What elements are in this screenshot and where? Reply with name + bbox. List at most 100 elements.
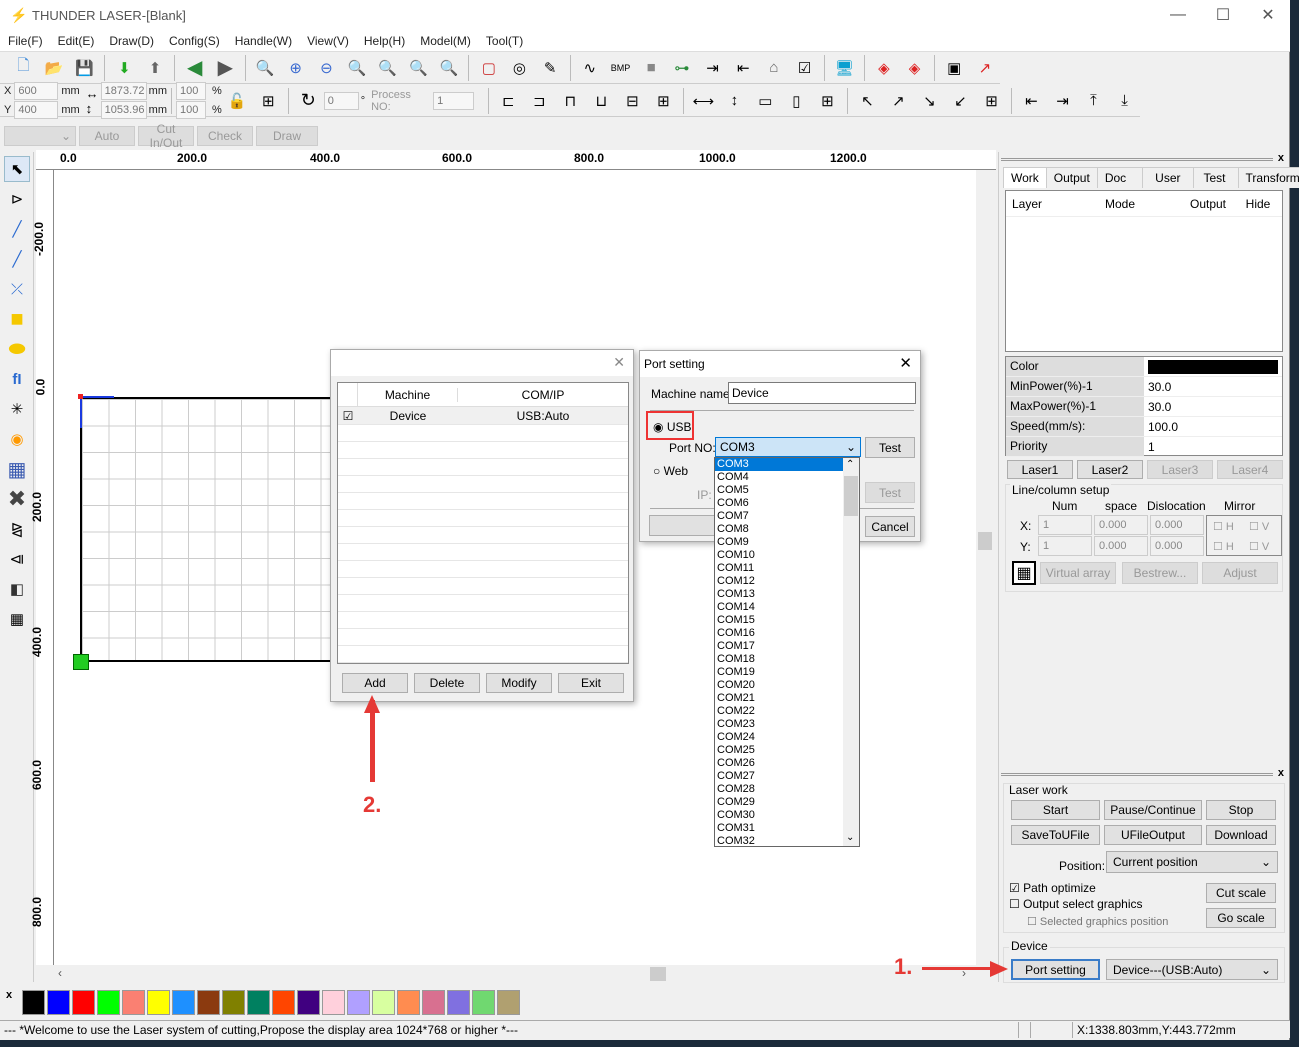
add-button[interactable]: Add	[342, 673, 408, 693]
rotate-icon[interactable]: ↻	[296, 88, 321, 114]
horizontal-scrollbar[interactable]: ‹ ›	[54, 965, 976, 983]
port-option[interactable]: COM12	[715, 575, 859, 588]
mirror-xv-checkbox[interactable]: ☐ V	[1249, 520, 1269, 533]
port-option[interactable]: COM17	[715, 640, 859, 653]
virtual-array-button[interactable]: Virtual array	[1040, 562, 1116, 584]
color-swatch[interactable]	[72, 989, 95, 1015]
dropdown-scrollbar[interactable]: ⌃ ⌄	[843, 458, 859, 846]
select-red2-icon[interactable]: ◈	[902, 55, 927, 81]
redo-icon[interactable]: ▶	[213, 55, 238, 81]
move-left-icon[interactable]: ⇤	[1019, 88, 1044, 114]
save-icon[interactable]: 💾	[72, 55, 97, 81]
zoom-pan-icon[interactable]: 🔍	[253, 55, 278, 81]
port-option[interactable]: COM19	[715, 666, 859, 679]
stop-button[interactable]: Stop	[1206, 800, 1276, 820]
align-center-h-icon[interactable]: ⊟	[620, 88, 645, 114]
bmp-icon[interactable]: BMP	[608, 55, 633, 81]
tab-transform[interactable]: Transform	[1237, 167, 1299, 188]
position-grid-icon[interactable]: ⊞	[256, 88, 281, 114]
polyline-icon[interactable]: ╱	[4, 246, 30, 272]
equal-size-icon[interactable]: ⊞	[815, 88, 840, 114]
mirror-v-icon[interactable]: ⧏	[4, 546, 30, 572]
move-right-icon[interactable]: ⇥	[1050, 88, 1075, 114]
y-position-input[interactable]: 400	[14, 101, 59, 119]
maximize-button[interactable]: ☐	[1200, 0, 1246, 30]
port-option[interactable]: COM10	[715, 549, 859, 562]
bestrew-button[interactable]: Bestrew...	[1122, 562, 1198, 584]
cut-in-out-button[interactable]: Cut In/Out	[138, 122, 194, 150]
port-option[interactable]: COM11	[715, 562, 859, 575]
tab-doc[interactable]: Doc	[1096, 167, 1144, 188]
palette-close-icon[interactable]: x	[6, 989, 12, 1001]
scale-x-input[interactable]: 100	[175, 82, 206, 100]
port-option[interactable]: COM26	[715, 757, 859, 770]
same-width-icon[interactable]: ⟷	[691, 88, 716, 114]
fill-icon[interactable]: ■	[639, 55, 664, 81]
port-no-select[interactable]: COM3 ⌄	[715, 437, 861, 457]
port-option[interactable]: COM4	[715, 471, 859, 484]
panel-close-icon[interactable]: x	[1278, 152, 1284, 164]
port-option[interactable]: COM16	[715, 627, 859, 640]
color-swatch[interactable]	[122, 989, 145, 1015]
tree-icon[interactable]: ⊶	[670, 55, 695, 81]
download-button[interactable]: Download	[1206, 825, 1276, 845]
color-swatch[interactable]	[147, 989, 170, 1015]
checklist-icon[interactable]: ☑	[792, 55, 817, 81]
port-option[interactable]: COM25	[715, 744, 859, 757]
color-swatch[interactable]	[97, 989, 120, 1015]
port-option[interactable]: COM24	[715, 731, 859, 744]
width-input[interactable]: 1873.72	[100, 82, 147, 100]
machine-row-checkbox[interactable]: ☑	[338, 409, 358, 423]
menu-file[interactable]: File(F)	[0, 34, 50, 48]
usb-test-button[interactable]: Test	[865, 437, 915, 458]
bezier-icon[interactable]: ⤫	[4, 276, 30, 302]
menu-handle[interactable]: Handle(W)	[227, 34, 299, 48]
tab-output[interactable]: Output	[1045, 167, 1098, 188]
zoom-in-icon[interactable]: ⊕	[283, 55, 308, 81]
modify-button[interactable]: Modify	[486, 673, 552, 693]
tab-test[interactable]: Test	[1192, 167, 1239, 188]
web-radio[interactable]: ○ Web	[653, 464, 688, 478]
port-option[interactable]: COM7	[715, 510, 859, 523]
cancel-button[interactable]: Cancel	[865, 516, 915, 537]
port-dropdown-list[interactable]: COM3 COM4 COM5 COM6 COM7 COM8 COM9 COM10 COM11 CO…	[714, 457, 860, 847]
align-right-icon[interactable]: ⊐	[527, 88, 552, 114]
open-folder-icon[interactable]: 📂	[42, 55, 67, 81]
equal-height-icon[interactable]: ▯	[784, 88, 809, 114]
menu-model[interactable]: Model(M)	[412, 34, 478, 48]
max-power-value[interactable]: 30.0	[1144, 397, 1282, 416]
priority-value[interactable]: 1	[1144, 437, 1282, 456]
color-swatch[interactable]	[497, 989, 520, 1015]
cut-scale-button[interactable]: Cut scale	[1206, 883, 1276, 903]
menu-config[interactable]: Config(S)	[161, 34, 227, 48]
grid-array-icon[interactable]: ▦	[4, 606, 30, 632]
mirror-h-icon[interactable]: ⧎	[4, 516, 30, 542]
y-num-input[interactable]: 1	[1038, 536, 1092, 556]
color-swatch[interactable]	[272, 989, 295, 1015]
start-point-icon[interactable]: ⇤	[731, 55, 756, 81]
machine-row[interactable]: ☑ Device USB:Auto	[338, 407, 628, 424]
port-option[interactable]: COM18	[715, 653, 859, 666]
align-top-icon[interactable]: ⊓	[558, 88, 583, 114]
mirror-yv-checkbox[interactable]: ☐ V	[1249, 540, 1269, 553]
zoom-out-icon[interactable]: ⊖	[314, 55, 339, 81]
exit-button[interactable]: Exit	[558, 673, 624, 693]
port-option[interactable]: COM13	[715, 588, 859, 601]
align-bottom-icon[interactable]: ⊔	[589, 88, 614, 114]
machine-name-input[interactable]: Device	[728, 382, 916, 404]
select-arrow-icon[interactable]: ⬉	[4, 156, 30, 182]
color-swatch[interactable]	[322, 989, 345, 1015]
projector-icon[interactable]: ▣	[942, 55, 967, 81]
laser3-button[interactable]: Laser3	[1147, 460, 1213, 479]
menu-help[interactable]: Help(H)	[356, 34, 412, 48]
process-input[interactable]: 1	[433, 91, 474, 110]
zoom-select-icon[interactable]: 🔍	[437, 55, 462, 81]
scroll-down-icon[interactable]: ⌄	[846, 831, 854, 844]
color-swatch[interactable]	[372, 989, 395, 1015]
menu-tool[interactable]: Tool(T)	[478, 34, 530, 48]
layer-select[interactable]: ⌄	[4, 126, 76, 146]
monitor-icon[interactable]: 🖥	[832, 55, 857, 81]
color-swatch[interactable]	[297, 989, 320, 1015]
port-option[interactable]: COM3	[715, 458, 843, 471]
node-icon[interactable]: ◎	[507, 55, 532, 81]
